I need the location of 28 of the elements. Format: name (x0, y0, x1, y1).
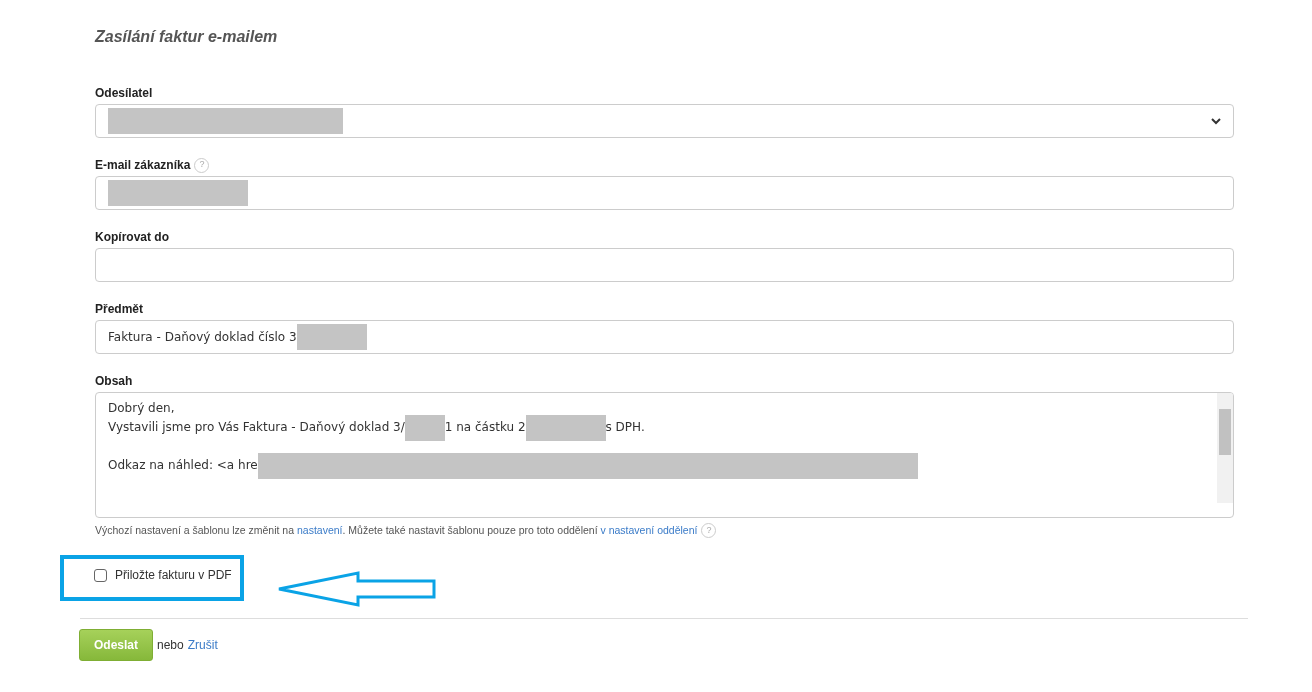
field-text: Faktura - Daňový doklad číslo 3 (108, 329, 297, 346)
settings-hint: Výchozí nastavení a šablonu lze změnit na nastavení. Můžete také nastavit šablonu pouze pro toto oddělení v nastavení oddělení (95, 523, 698, 538)
field-label: Kopírovat do (95, 229, 169, 246)
scrollbar[interactable] (1217, 393, 1233, 503)
department-settings-link[interactable]: v nastavení oddělení (600, 524, 698, 536)
field-text: s DPH. (605, 419, 645, 436)
text-field[interactable] (95, 248, 1234, 282)
checkbox[interactable] (94, 568, 107, 582)
text-field[interactable] (95, 176, 1234, 210)
message-textarea[interactable]: Dobrý den, Vystavili jsme pro Vás Faktura - Daňový doklad 3/ 1 na částku 2 s DPH. Odkaz na náhled: <a hre (95, 392, 1234, 518)
field-label: Předmět (95, 301, 144, 318)
field-text: Odkaz na náhled: <a hre (108, 457, 258, 474)
field-text: 1 na částku 2 (444, 419, 526, 436)
checkbox-label[interactable]: Přiložte fakturu v PDF (115, 566, 232, 584)
text-field[interactable]: Faktura - Daňový doklad číslo 3 (95, 320, 1234, 354)
section-title: Zasílání faktur e-mailem (95, 27, 278, 47)
field-label: Odesílatel (95, 85, 153, 102)
field-text: Dobrý den, (108, 400, 175, 417)
sender-select[interactable] (95, 104, 1234, 138)
redaction-block (404, 414, 445, 441)
cancel-link[interactable]: Zrušit (187, 636, 218, 654)
chevron-down-icon (1211, 117, 1221, 125)
field-label: E-mail zákazníka (95, 157, 191, 174)
field-label: Obsah (95, 373, 133, 390)
or-text: nebo (157, 637, 184, 654)
settings-link[interactable]: nastavení (296, 524, 343, 536)
field-text: Vystavili jsme pro Vás Faktura - Daňový doklad 3/ (108, 419, 405, 436)
redaction-block (296, 324, 367, 350)
